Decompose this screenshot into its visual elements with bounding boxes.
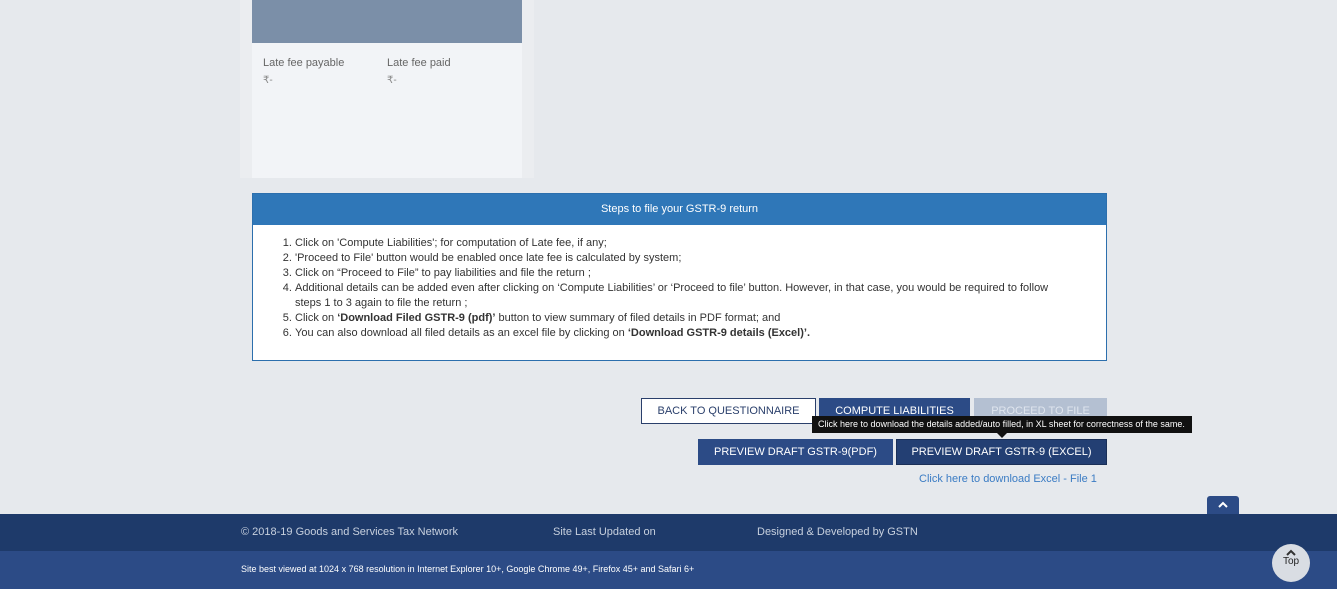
step-text: button to view summary of filed details …	[495, 312, 781, 324]
step-item: Click on 'Compute Liabilities'; for comp…	[295, 236, 1076, 251]
footer-designed-by: Designed & Developed by GSTN	[757, 526, 918, 538]
footer-copyright: © 2018-19 Goods and Services Tax Network	[241, 526, 459, 538]
late-fee-payable: Late fee payable ₹-	[263, 56, 387, 86]
steps-title: Steps to file your GSTR-9 return	[253, 194, 1106, 225]
steps-list: Click on 'Compute Liabilities'; for comp…	[253, 225, 1106, 341]
late-fee-card-header	[252, 0, 522, 43]
step-text: Click on 'Compute Liabilities'; for comp…	[295, 237, 607, 249]
download-excel-link[interactable]: Click here to download Excel - File 1	[919, 473, 1097, 485]
late-fee-paid-label: Late fee paid	[387, 57, 451, 69]
scroll-up-tab[interactable]	[1207, 496, 1239, 514]
step-item: 'Proceed to File' button would be enable…	[295, 251, 1076, 266]
footer-best-viewed: Site best viewed at 1024 x 768 resolutio…	[241, 564, 695, 574]
step-text: Click on	[295, 312, 338, 324]
tooltip-arrow	[997, 433, 1007, 438]
back-to-top-button[interactable]: Top	[1272, 544, 1310, 582]
late-fee-payable-label: Late fee payable	[263, 57, 345, 69]
late-fee-card: Late fee payable ₹- Late fee paid ₹-	[252, 0, 522, 178]
step-item: You can also download all filed details …	[295, 326, 1076, 341]
late-fee-paid: Late fee paid ₹-	[387, 56, 511, 86]
step-item: Additional details can be added even aft…	[295, 281, 1076, 311]
footer-bottom: Site best viewed at 1024 x 768 resolutio…	[0, 551, 1337, 589]
step-text: 'Proceed to File' button would be enable…	[295, 252, 682, 264]
step-bold-text: ‘Download GSTR-9 details (Excel)’.	[627, 327, 811, 339]
back-to-questionnaire-button[interactable]: BACK TO QUESTIONNAIRE	[641, 398, 816, 424]
steps-panel: Steps to file your GSTR-9 return Click o…	[252, 193, 1107, 361]
step-bold-text: ‘Download Filed GSTR-9 (pdf)’	[337, 312, 496, 324]
step-text: You can also download all filed details …	[295, 327, 628, 339]
top-label: Top	[1282, 556, 1300, 567]
preview-draft-excel-button[interactable]: PREVIEW DRAFT GSTR-9 (EXCEL)	[896, 439, 1107, 465]
late-fee-paid-value: ₹-	[387, 75, 397, 86]
step-text: Click on “Proceed to File” to pay liabil…	[295, 267, 591, 279]
step-item: Click on ‘Download Filed GSTR-9 (pdf)’ b…	[295, 311, 1076, 326]
late-fee-payable-value: ₹-	[263, 75, 273, 86]
step-text: Additional details can be added even aft…	[295, 282, 1049, 309]
footer-top: © 2018-19 Goods and Services Tax Network…	[0, 514, 1337, 551]
preview-draft-pdf-button[interactable]: PREVIEW DRAFT GSTR-9(PDF)	[698, 439, 893, 465]
step-item: Click on “Proceed to File” to pay liabil…	[295, 266, 1076, 281]
footer-last-updated: Site Last Updated on	[553, 526, 656, 538]
excel-tooltip: Click here to download the details added…	[812, 416, 1192, 433]
chevron-up-icon	[1218, 501, 1228, 508]
